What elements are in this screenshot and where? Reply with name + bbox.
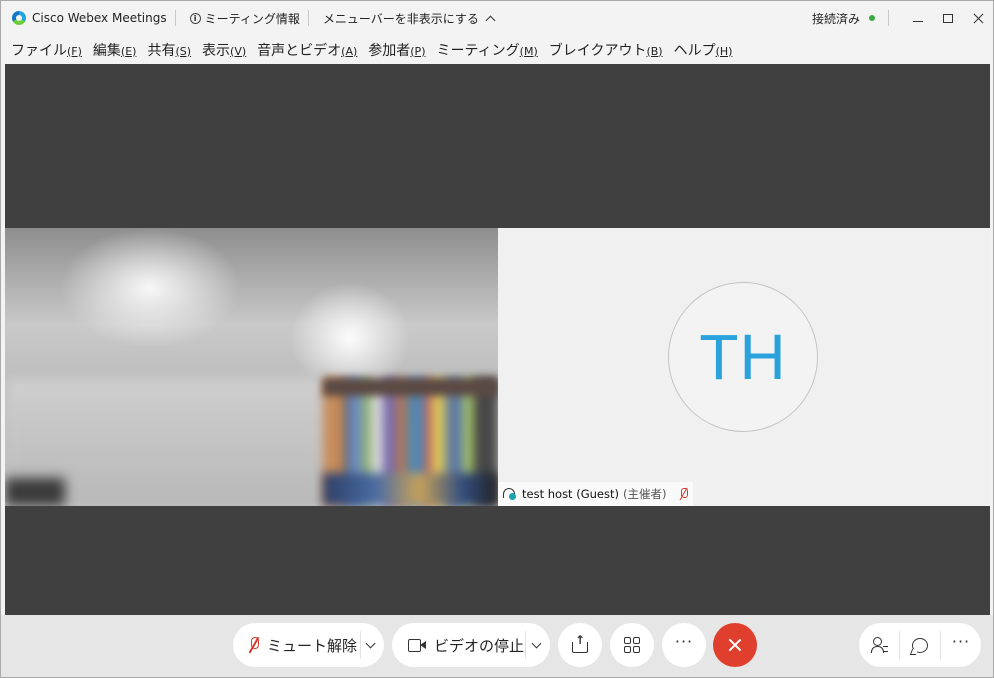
participants-icon [871,637,888,653]
menu-share-accel: (S) [175,44,192,58]
menu-breakout-accel: (B) [646,44,663,58]
menu-participants-accel: (P) [410,44,426,58]
menu-edit[interactable]: 編集(E) [93,40,137,60]
apps-button[interactable] [610,623,654,667]
menu-meeting[interactable]: ミーティング(M) [436,40,537,60]
panel-buttons-group: ··· [859,623,981,667]
app-title: Cisco Webex Meetings [32,11,167,25]
menu-file-label: ファイル [11,42,67,59]
menu-help-label: ヘルプ [673,42,716,59]
menu-share[interactable]: 共有(S) [147,40,191,60]
maximize-button[interactable] [933,3,963,33]
meeting-stage: TH test host (Guest) (主催者) [5,64,990,615]
menu-view[interactable]: 表示(V) [202,40,246,60]
pill-divider [525,631,526,659]
title-separator [307,10,309,26]
headset-icon [502,488,516,500]
menu-file[interactable]: ファイル(F) [11,40,82,60]
menu-help[interactable]: ヘルプ(H) [674,40,733,60]
participant-name: test host (Guest) [522,487,619,501]
webex-logo-icon [12,11,26,25]
leave-meeting-button[interactable] [713,623,757,667]
camera-icon [408,639,426,652]
menu-meeting-accel: (M) [519,44,538,58]
menu-view-label: 表示 [202,42,231,59]
chat-icon [912,637,928,653]
menu-view-accel: (V) [230,44,247,58]
mic-muted-icon [680,488,689,500]
menu-file-accel: (F) [67,44,82,58]
menu-breakout[interactable]: ブレイクアウト(B) [549,40,663,60]
chevron-down-icon[interactable] [365,638,376,648]
participants-panel-button[interactable] [859,623,899,667]
self-video-tile[interactable] [5,228,498,506]
webex-window: Cisco Webex Meetings i ミーティング情報 メニューバーを非… [0,0,994,678]
connection-status-dot-icon [869,15,875,21]
participant-role: (主催者) [622,487,667,501]
participant-avatar: TH [668,282,818,432]
video-background [5,478,65,506]
participant-name-tag: test host (Guest) (主催者) [498,482,693,506]
unmute-label: ミュート解除 [267,636,358,655]
mic-muted-icon [249,637,259,653]
stop-video-button[interactable]: ビデオの停止 [392,623,550,667]
stop-video-label: ビデオの停止 [434,636,525,655]
title-bar-right: 接続済み [812,1,993,35]
menu-participants-label: 参加者 [368,42,411,59]
menu-meeting-label: ミーティング [436,42,520,59]
title-bar: Cisco Webex Meetings i ミーティング情報 メニューバーを非… [1,1,993,35]
menu-audio-video-accel: (A) [341,44,358,58]
video-background [323,378,498,396]
chevron-down-icon[interactable] [531,638,542,648]
menu-edit-accel: (E) [120,44,137,58]
close-icon [973,13,984,24]
meeting-info-label: ミーティング情報 [204,11,300,26]
menu-bar: ファイル(F) 編集(E) 共有(S) 表示(V) 音声とビデオ(A) 参加者(… [1,35,993,64]
menu-audio-video-label: 音声とビデオ [257,42,342,59]
more-icon: ··· [951,632,971,651]
connection-status: 接続済み [811,11,860,26]
more-options-button[interactable]: ··· [662,623,706,667]
hide-menubar-label: メニューバーを非表示にする [322,11,479,26]
control-bar: ミュート解除 ビデオの停止 ··· [1,615,993,677]
chevron-up-icon [485,15,496,25]
menu-share-label: 共有 [147,42,176,59]
unmute-button[interactable]: ミュート解除 [233,623,384,667]
close-window-button[interactable] [963,3,993,33]
video-background [323,473,498,506]
share-icon [572,633,588,653]
hide-menubar-button[interactable]: メニューバーを非表示にする [322,10,496,27]
apps-icon [624,637,640,653]
minimize-icon [913,20,923,22]
menu-help-accel: (H) [715,44,733,58]
more-panels-button[interactable]: ··· [941,623,981,667]
meeting-info-button[interactable]: i ミーティング情報 [189,10,300,27]
menu-edit-label: 編集 [92,42,121,59]
menu-audio-video[interactable]: 音声とビデオ(A) [257,40,357,60]
title-separator [888,10,889,26]
chat-panel-button[interactable] [900,623,940,667]
maximize-icon [943,13,953,23]
remote-participant-tile[interactable]: TH test host (Guest) (主催者) [498,228,990,506]
avatar-initials: TH [699,321,787,393]
share-content-button[interactable] [558,623,602,667]
menu-participants[interactable]: 参加者(P) [368,40,425,60]
info-icon: i [189,12,201,24]
close-icon [728,638,742,652]
more-icon: ··· [674,632,694,651]
title-separator [174,10,176,26]
menu-breakout-label: ブレイクアウト [548,42,647,59]
pill-divider [360,631,361,659]
minimize-button[interactable] [903,3,933,33]
